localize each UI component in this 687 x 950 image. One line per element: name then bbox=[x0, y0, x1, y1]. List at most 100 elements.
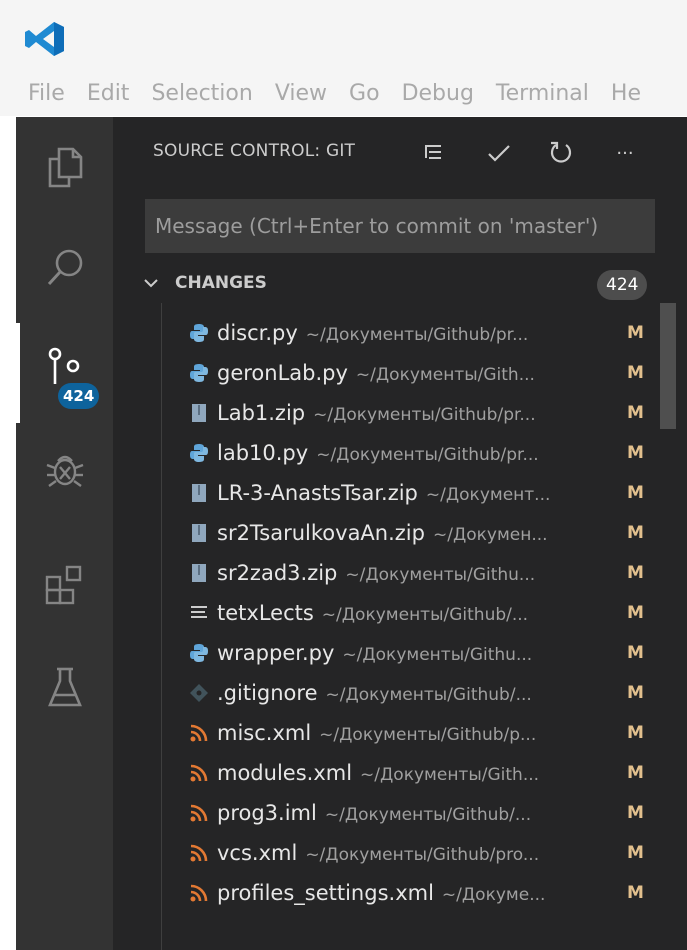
activity-debug[interactable] bbox=[16, 419, 113, 519]
file-row[interactable]: .gitignore ~/Документы/Github/... M bbox=[113, 673, 687, 713]
activity-test[interactable] bbox=[16, 637, 113, 737]
file-row[interactable]: wrapper.py ~/Документы/Githu... M bbox=[113, 633, 687, 673]
view-as-tree-button[interactable] bbox=[415, 135, 451, 171]
file-path: ~/Докумен... bbox=[432, 525, 548, 545]
activity-source-control[interactable]: 424 bbox=[16, 323, 113, 423]
file-path: ~/Документы/Gith... bbox=[360, 765, 540, 785]
file-path: ~/Документы/Githu... bbox=[342, 645, 533, 665]
activity-explorer[interactable] bbox=[16, 117, 113, 217]
menu-go[interactable]: Go bbox=[349, 81, 380, 106]
activity-bar: 424 bbox=[16, 117, 113, 950]
file-row[interactable]: prog3.iml ~/Документы/Github/... M bbox=[113, 793, 687, 833]
more-actions-button[interactable]: ··· bbox=[607, 135, 643, 171]
zip-file-icon bbox=[192, 564, 206, 582]
file-label: profiles_settings.xml ~/Докуме... bbox=[217, 873, 597, 913]
menu-selection[interactable]: Selection bbox=[151, 81, 252, 106]
text-file-icon bbox=[191, 606, 207, 618]
changes-header[interactable]: CHANGES 424 bbox=[113, 267, 687, 303]
changes-count-badge: 424 bbox=[597, 270, 648, 300]
file-label: geronLab.py ~/Документы/Gith... bbox=[217, 353, 597, 393]
file-label: LR-3-AnastsTsar.zip ~/Документ... bbox=[217, 473, 597, 513]
commit-message-box[interactable] bbox=[145, 199, 655, 253]
git-file-icon bbox=[190, 684, 208, 702]
flask-icon bbox=[47, 667, 82, 707]
file-label: Lab1.zip ~/Документы/Github/pr... bbox=[217, 393, 597, 433]
python-file-icon bbox=[190, 444, 208, 462]
refresh-button[interactable] bbox=[543, 135, 579, 171]
title-bar bbox=[0, 0, 687, 70]
view-as-tree-icon bbox=[425, 145, 441, 159]
commit-button[interactable] bbox=[481, 135, 517, 171]
file-name: lab10.py bbox=[217, 441, 309, 465]
file-path: ~/Документы/Github/... bbox=[321, 605, 529, 625]
file-row[interactable]: lab10.py ~/Документы/Github/pr... M bbox=[113, 433, 687, 473]
panel-header: SOURCE CONTROL: GIT ··· bbox=[113, 117, 687, 187]
file-label: prog3.iml ~/Документы/Github/... bbox=[217, 793, 597, 833]
menu-view[interactable]: View bbox=[275, 81, 327, 106]
menu-bar: File Edit Selection View Go Debug Termin… bbox=[0, 70, 687, 116]
activity-search[interactable] bbox=[16, 217, 113, 317]
file-path: ~/Документы/Github/p... bbox=[319, 725, 537, 745]
zip-file-icon bbox=[192, 484, 206, 502]
file-name: Lab1.zip bbox=[217, 401, 306, 425]
commit-message-input[interactable] bbox=[155, 214, 655, 238]
file-status-badge: M bbox=[627, 563, 644, 583]
file-label: .gitignore ~/Документы/Github/... bbox=[217, 673, 597, 713]
file-row[interactable]: modules.xml ~/Документы/Gith... M bbox=[113, 753, 687, 793]
python-file-icon bbox=[190, 644, 208, 662]
menu-help[interactable]: He bbox=[611, 81, 641, 106]
file-label: wrapper.py ~/Документы/Githu... bbox=[217, 633, 597, 673]
file-status-badge: M bbox=[627, 723, 644, 743]
more-icon: ··· bbox=[616, 142, 634, 164]
menu-edit[interactable]: Edit bbox=[87, 81, 130, 106]
file-name: profiles_settings.xml bbox=[217, 881, 434, 905]
file-status-badge: M bbox=[627, 323, 644, 343]
file-name: discr.py bbox=[217, 321, 298, 345]
file-name: geronLab.py bbox=[217, 361, 348, 385]
python-file-icon bbox=[190, 364, 208, 382]
file-name: .gitignore bbox=[217, 681, 318, 705]
file-status-badge: M bbox=[627, 483, 644, 503]
file-row[interactable]: misc.xml ~/Документы/Github/p... M bbox=[113, 713, 687, 753]
file-name: modules.xml bbox=[217, 761, 353, 785]
rss-file-icon bbox=[190, 764, 208, 782]
file-status-badge: M bbox=[627, 603, 644, 623]
file-status-badge: M bbox=[627, 683, 644, 703]
file-row[interactable]: sr2TsarulkovaAn.zip ~/Докумен... M bbox=[113, 513, 687, 553]
vscode-logo-icon bbox=[25, 22, 64, 56]
menu-terminal[interactable]: Terminal bbox=[496, 81, 589, 106]
file-label: sr2TsarulkovaAn.zip ~/Докумен... bbox=[217, 513, 597, 553]
file-label: sr2zad3.zip ~/Документы/Githu... bbox=[217, 553, 597, 593]
file-path: ~/Документы/Github/pr... bbox=[313, 405, 536, 425]
menu-file[interactable]: File bbox=[28, 81, 65, 106]
file-status-badge: M bbox=[627, 883, 644, 903]
file-row[interactable]: vcs.xml ~/Документы/Github/pro... M bbox=[113, 833, 687, 873]
file-status-badge: M bbox=[627, 643, 644, 663]
rss-file-icon bbox=[190, 804, 208, 822]
activity-extensions[interactable] bbox=[16, 535, 113, 635]
chevron-down-icon bbox=[144, 279, 158, 288]
file-path: ~/Докуме... bbox=[441, 885, 546, 905]
file-label: misc.xml ~/Документы/Github/p... bbox=[217, 713, 597, 753]
menu-debug[interactable]: Debug bbox=[402, 81, 474, 106]
source-control-panel: SOURCE CONTROL: GIT ··· Message (Ctrl+En… bbox=[113, 117, 687, 950]
file-row[interactable]: Lab1.zip ~/Документы/Github/pr... M bbox=[113, 393, 687, 433]
file-status-badge: M bbox=[627, 443, 644, 463]
refresh-icon bbox=[550, 141, 572, 163]
file-row[interactable]: tetxLects ~/Документы/Github/... M bbox=[113, 593, 687, 633]
source-control-icon bbox=[48, 347, 79, 384]
file-row[interactable]: discr.py ~/Документы/Github/pr... M bbox=[113, 313, 687, 353]
file-path: ~/Документ... bbox=[425, 485, 551, 505]
file-row[interactable]: LR-3-AnastsTsar.zip ~/Документ... M bbox=[113, 473, 687, 513]
file-row[interactable]: profiles_settings.xml ~/Докуме... M bbox=[113, 873, 687, 913]
panel-title: SOURCE CONTROL: GIT bbox=[153, 141, 356, 161]
file-row[interactable]: sr2zad3.zip ~/Документы/Githu... M bbox=[113, 553, 687, 593]
file-name: vcs.xml bbox=[217, 841, 298, 865]
file-status-badge: M bbox=[627, 363, 644, 383]
file-row[interactable]: geronLab.py ~/Документы/Gith... M bbox=[113, 353, 687, 393]
rss-file-icon bbox=[190, 724, 208, 742]
file-label: tetxLects ~/Документы/Github/... bbox=[217, 593, 597, 633]
file-label: lab10.py ~/Документы/Github/pr... bbox=[217, 433, 597, 473]
zip-file-icon bbox=[192, 524, 206, 542]
scrollbar-thumb[interactable] bbox=[660, 303, 676, 429]
